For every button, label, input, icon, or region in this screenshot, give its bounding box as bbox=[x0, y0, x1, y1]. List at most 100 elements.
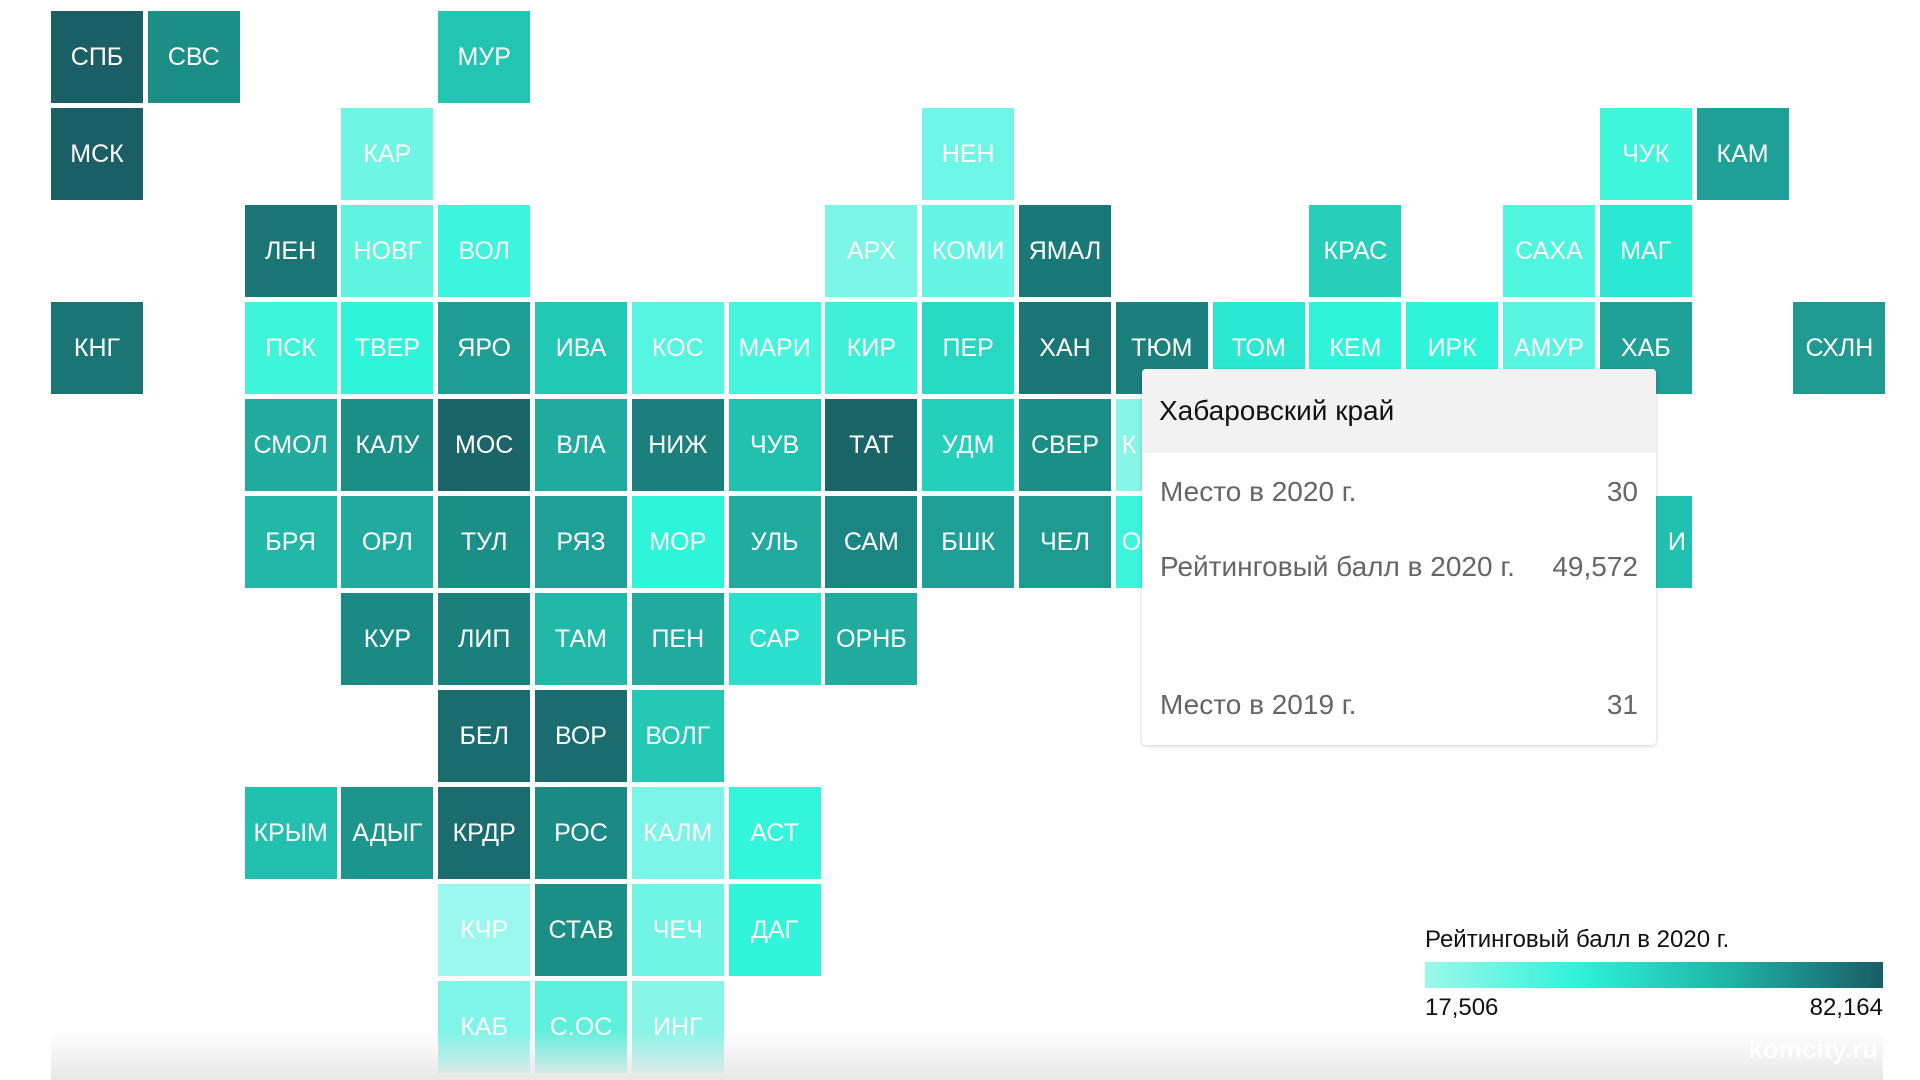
region-tile-label: ТВЕР bbox=[354, 333, 421, 362]
region-tile-label: КРЫМ bbox=[253, 818, 328, 847]
tooltip-row-rank-2020: Место в 2020 г. 30 bbox=[1160, 469, 1638, 515]
region-tile[interactable]: КОС bbox=[631, 302, 724, 394]
region-tile-label: КОМИ bbox=[931, 236, 1005, 265]
region-tile[interactable]: СВС bbox=[147, 11, 240, 103]
region-tile[interactable]: МОС bbox=[438, 399, 531, 491]
region-tile-label: МОС bbox=[455, 430, 514, 459]
tooltip-label: Место в 2020 г. bbox=[1160, 476, 1357, 507]
region-tile[interactable]: РЯЗ bbox=[535, 496, 627, 588]
region-tile[interactable]: ЧУК bbox=[1599, 108, 1692, 200]
region-tile[interactable]: ЯМАЛ bbox=[1019, 205, 1111, 297]
region-tile[interactable]: ХАН bbox=[1019, 302, 1111, 394]
region-tile[interactable]: АРХ bbox=[825, 205, 918, 297]
region-tile[interactable]: СХЛН bbox=[1793, 302, 1886, 394]
region-tile[interactable]: КАЛУ bbox=[341, 399, 434, 491]
region-tile[interactable]: ТАТ bbox=[825, 399, 918, 491]
region-tile[interactable]: ЧЕЛ bbox=[1019, 496, 1111, 588]
region-tile-label: И bbox=[1667, 527, 1686, 556]
region-tile-label: АСТ bbox=[750, 818, 799, 847]
region-tile[interactable]: ИВА bbox=[535, 302, 627, 394]
region-tile[interactable]: ПЕН bbox=[631, 593, 724, 685]
region-tile[interactable]: МСК bbox=[51, 108, 143, 200]
region-tile[interactable]: АСТ bbox=[728, 787, 821, 879]
region-tile[interactable]: УДМ bbox=[922, 399, 1015, 491]
region-tile-label: КАР bbox=[363, 139, 412, 168]
region-tile[interactable]: САМ bbox=[825, 496, 918, 588]
region-tile[interactable]: ПЕР bbox=[922, 302, 1015, 394]
region-tile[interactable]: ТАМ bbox=[535, 593, 627, 685]
region-tile[interactable]: СПБ bbox=[51, 11, 143, 103]
region-tile[interactable]: КАМ bbox=[1696, 108, 1789, 200]
region-tile[interactable]: ВОЛГ bbox=[631, 690, 724, 782]
region-tile[interactable]: АДЫГ bbox=[341, 787, 434, 879]
region-tile[interactable]: НОВГ bbox=[341, 205, 434, 297]
region-tile[interactable]: БШК bbox=[922, 496, 1015, 588]
region-tile-label: ЛЕН bbox=[265, 236, 317, 265]
region-tile-label: КЕМ bbox=[1329, 333, 1382, 362]
region-tile-label: БШК bbox=[941, 527, 996, 556]
region-tile-label: КУР bbox=[363, 624, 412, 653]
region-tile[interactable]: ЧУВ bbox=[728, 399, 821, 491]
region-tile[interactable]: КАР bbox=[341, 108, 434, 200]
region-tile[interactable]: ОРЛ bbox=[341, 496, 434, 588]
region-tile-label: МАРИ bbox=[738, 333, 811, 362]
region-tile[interactable]: МУР bbox=[438, 11, 531, 103]
region-tile[interactable]: ЧЕЧ bbox=[631, 884, 724, 976]
region-tile[interactable]: МАРИ bbox=[728, 302, 821, 394]
region-tile[interactable]: ОРНБ bbox=[825, 593, 918, 685]
region-tile[interactable]: МОР bbox=[631, 496, 724, 588]
region-tile-label: РОС bbox=[554, 818, 608, 847]
region-tile[interactable]: КОМИ bbox=[922, 205, 1015, 297]
region-tile[interactable]: СВЕР bbox=[1019, 399, 1111, 491]
region-tile[interactable]: КЧР bbox=[438, 884, 531, 976]
region-tile-label: МСК bbox=[70, 139, 124, 168]
region-tile[interactable]: НЕН bbox=[922, 108, 1015, 200]
region-tile-label: БРЯ bbox=[265, 527, 316, 556]
region-tile[interactable]: СТАВ bbox=[535, 884, 627, 976]
region-tile[interactable]: БРЯ bbox=[244, 496, 337, 588]
region-tile[interactable]: ВОЛ bbox=[438, 205, 531, 297]
region-tile[interactable]: КИР bbox=[825, 302, 918, 394]
region-tile-label: ВОР bbox=[555, 721, 607, 750]
region-tile-label: САМ bbox=[843, 527, 899, 556]
region-tile-label: СХЛН bbox=[1805, 333, 1874, 362]
region-tile-label: НОВГ bbox=[353, 236, 422, 265]
tooltip-label: Рейтинговый балл в 2020 г. bbox=[1160, 551, 1515, 582]
region-tile-label: ВЛА bbox=[556, 430, 606, 459]
region-tile[interactable]: ТУЛ bbox=[438, 496, 531, 588]
region-tile[interactable]: ЛИП bbox=[438, 593, 531, 685]
region-tile[interactable]: ЯРО bbox=[438, 302, 531, 394]
region-tile[interactable]: КНГ bbox=[51, 302, 143, 394]
region-tile[interactable]: ВОР bbox=[535, 690, 627, 782]
region-tile-label: САР bbox=[749, 624, 801, 653]
region-tile-label: КРАС bbox=[1323, 236, 1388, 265]
region-tile-label: ЯМАЛ bbox=[1028, 236, 1102, 265]
region-tile-label: РЯЗ bbox=[556, 527, 606, 556]
region-tile[interactable]: ЛЕН bbox=[244, 205, 337, 297]
region-tile[interactable]: ПСК bbox=[244, 302, 337, 394]
bottom-fade bbox=[51, 1030, 1883, 1080]
region-tile[interactable]: КРАС bbox=[1309, 205, 1402, 297]
region-tile[interactable]: РОС bbox=[535, 787, 627, 879]
region-tile-label: МОР bbox=[649, 527, 707, 556]
region-tile[interactable]: БЕЛ bbox=[438, 690, 531, 782]
region-tile[interactable]: МАГ bbox=[1599, 205, 1692, 297]
region-tile[interactable]: САХА bbox=[1503, 205, 1595, 297]
region-tile[interactable]: СМОЛ bbox=[244, 399, 337, 491]
region-tile[interactable]: НИЖ bbox=[631, 399, 724, 491]
region-tile[interactable]: КРДР bbox=[438, 787, 531, 879]
region-tile[interactable]: САР bbox=[728, 593, 821, 685]
region-tile-label: КЧР bbox=[460, 915, 509, 944]
region-tile[interactable]: КАЛМ bbox=[631, 787, 724, 879]
watermark-logo: komcity.ru bbox=[1748, 1034, 1878, 1064]
region-tile[interactable]: КРЫМ bbox=[244, 787, 337, 879]
tooltip-value: 49,572 bbox=[1552, 551, 1638, 582]
region-tile[interactable]: УЛЬ bbox=[728, 496, 821, 588]
legend-min-label: 17,506 bbox=[1425, 994, 1499, 1021]
region-tile[interactable]: ТВЕР bbox=[341, 302, 434, 394]
region-tile-label: КОС bbox=[651, 333, 704, 362]
region-tile-label: ТЮМ bbox=[1131, 333, 1193, 362]
region-tile[interactable]: ДАГ bbox=[728, 884, 821, 976]
region-tile[interactable]: КУР bbox=[341, 593, 434, 685]
region-tile[interactable]: ВЛА bbox=[535, 399, 627, 491]
